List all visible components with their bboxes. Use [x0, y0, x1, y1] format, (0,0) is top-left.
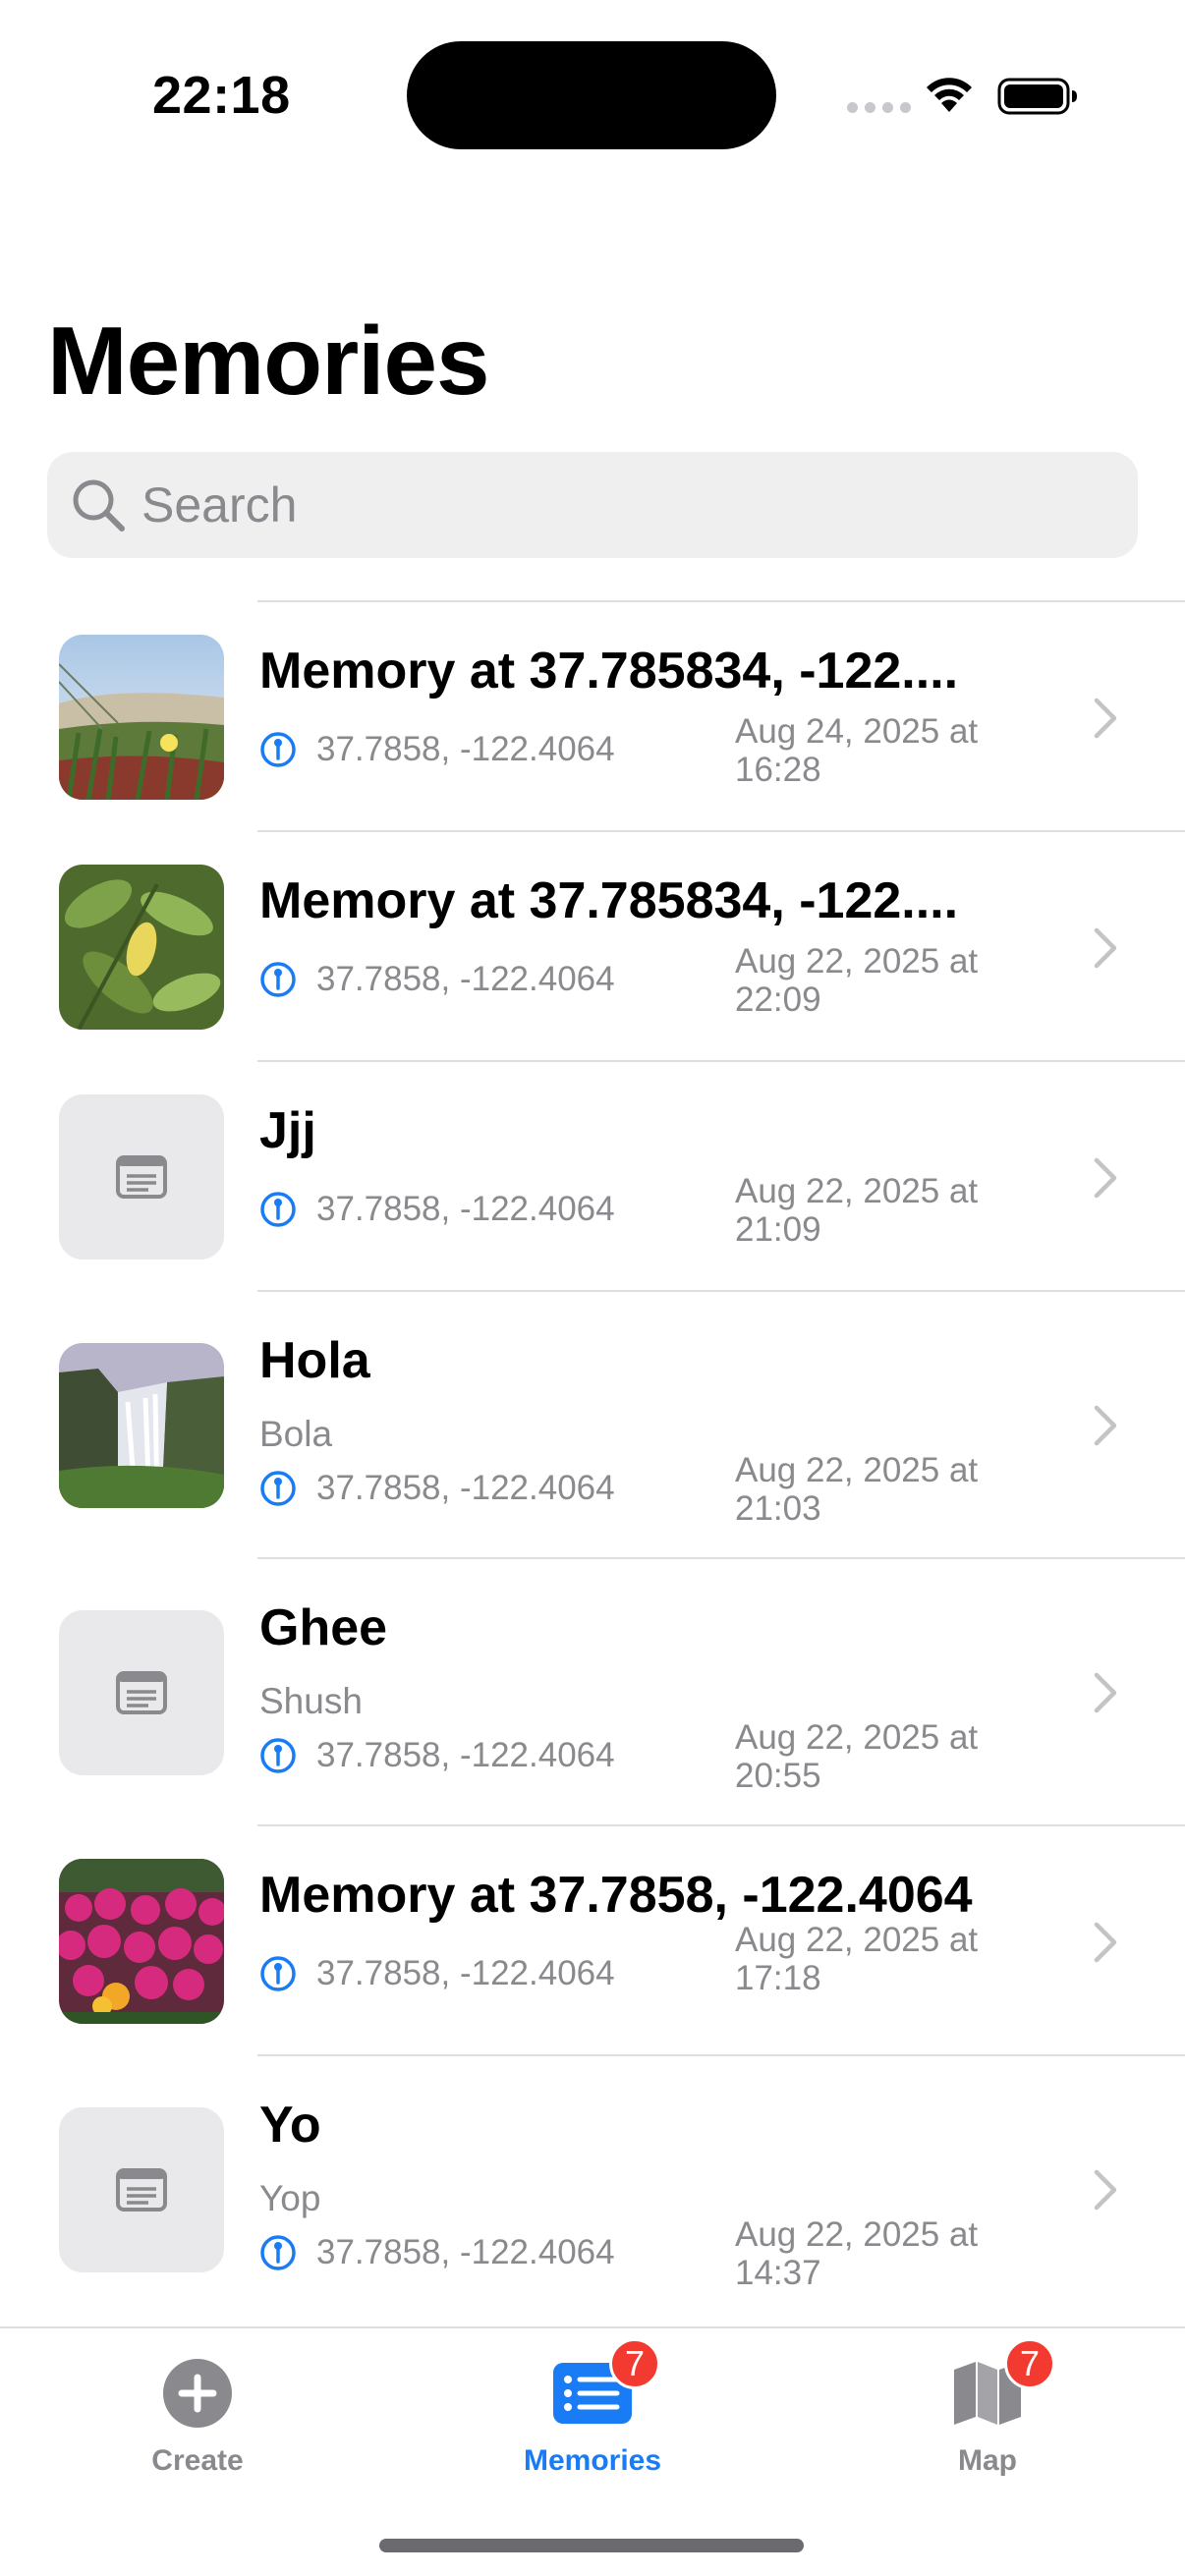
memory-title: Jjj [259, 1103, 316, 1159]
search-input[interactable] [141, 452, 1104, 558]
chevron-right-icon [1094, 2169, 1117, 2211]
note-placeholder-icon [59, 1094, 224, 1260]
memory-row[interactable]: Yo Yop 37.7858, -122.4064 Aug 22, 2025 a… [0, 2056, 1185, 2324]
memory-coords: 37.7858, -122.4064 [316, 730, 615, 768]
tab-create[interactable]: Create [0, 2328, 395, 2495]
tab-create-label: Create [151, 2444, 244, 2477]
memory-location: 37.7858, -122.4064 [259, 1190, 615, 1229]
memory-location: 37.7858, -122.4064 [259, 1736, 615, 1775]
memory-coords: 37.7858, -122.4064 [316, 1736, 615, 1774]
memory-coords: 37.7858, -122.4064 [316, 2233, 615, 2271]
memory-title: Ghee [259, 1600, 388, 1656]
tab-map[interactable]: 7 Map [790, 2328, 1185, 2495]
grass-dune-photo [59, 635, 224, 800]
memory-date: Aug 22, 2025 at 14:37 [735, 2215, 979, 2293]
memory-date: Aug 24, 2025 at 16:28 [735, 712, 979, 790]
chevron-right-icon [1094, 1922, 1117, 1963]
memory-list: Memory at 37.785834, -122.... 37.7858, -… [0, 602, 1185, 2324]
memory-coords: 37.7858, -122.4064 [316, 1954, 615, 1992]
location-pin-icon [260, 962, 296, 997]
note-placeholder-icon [59, 2107, 224, 2272]
location-pin-icon [260, 1738, 296, 1773]
memory-subtitle: Shush [259, 1681, 363, 1721]
chevron-right-icon [1094, 927, 1117, 969]
memory-date: Aug 22, 2025 at 22:09 [735, 942, 979, 1020]
wifi-icon [927, 78, 972, 112]
chevron-right-icon [1094, 1157, 1117, 1199]
pink-flowers-photo [59, 1859, 224, 2024]
memory-date: Aug 22, 2025 at 17:18 [735, 1921, 979, 1998]
memory-location: 37.7858, -122.4064 [259, 960, 615, 999]
memory-location: 37.7858, -122.4064 [259, 1954, 615, 1993]
waterfall-photo [59, 1343, 224, 1508]
chevron-right-icon [1094, 1405, 1117, 1446]
note-placeholder-icon [59, 1610, 224, 1775]
screen: 22:18 Memories Search Memory at 37.78583… [0, 0, 1185, 2576]
location-pin-icon [260, 1956, 296, 1991]
chevron-right-icon [1094, 698, 1117, 739]
cellular-signal-icon [847, 102, 911, 113]
plus-circle-icon [163, 2359, 232, 2428]
memory-subtitle: Yop [259, 2178, 321, 2218]
memory-row[interactable]: Jjj 37.7858, -122.4064 Aug 22, 2025 at 2… [0, 1062, 1185, 1292]
memory-subtitle: Bola [259, 1414, 333, 1454]
memory-title: Memory at 37.785834, -122.... [259, 644, 959, 700]
memories-badge: 7 [609, 2338, 660, 2389]
battery-icon [997, 78, 1077, 115]
status-time: 22:18 [152, 66, 291, 125]
map-badge: 7 [1004, 2338, 1055, 2389]
search-bar[interactable] [47, 452, 1138, 558]
memory-row[interactable]: Ghee Shush 37.7858, -122.4064 Aug 22, 20… [0, 1559, 1185, 1826]
memory-coords: 37.7858, -122.4064 [316, 1469, 615, 1507]
green-leaves-photo [59, 865, 224, 1030]
memory-coords: 37.7858, -122.4064 [316, 1190, 615, 1228]
home-indicator [379, 2539, 804, 2552]
location-pin-icon [260, 1471, 296, 1506]
tab-memories[interactable]: 7 Memories [395, 2328, 790, 2495]
memory-row[interactable]: Hola Bola 37.7858, -122.4064 Aug 22, 202… [0, 1292, 1185, 1559]
memory-title: Yo [259, 2098, 321, 2154]
dynamic-island [407, 41, 776, 149]
memory-date: Aug 22, 2025 at 20:55 [735, 1718, 979, 1796]
memory-title: Memory at 37.7858, -122.4064 [259, 1868, 973, 1924]
location-pin-icon [260, 1192, 296, 1227]
memory-location: 37.7858, -122.4064 [259, 1469, 615, 1508]
memory-coords: 37.7858, -122.4064 [316, 960, 615, 998]
memory-row[interactable]: Memory at 37.785834, -122.... 37.7858, -… [0, 602, 1185, 832]
location-pin-icon [260, 2235, 296, 2270]
memory-location: 37.7858, -122.4064 [259, 2233, 615, 2272]
page-title: Memories [47, 307, 490, 415]
tab-map-label: Map [958, 2444, 1017, 2477]
tab-memories-label: Memories [523, 2444, 662, 2477]
memory-date: Aug 22, 2025 at 21:09 [735, 1172, 979, 1250]
search-icon [73, 479, 125, 532]
chevron-right-icon [1094, 1672, 1117, 1713]
memory-row[interactable]: Memory at 37.7858, -122.4064 37.7858, -1… [0, 1826, 1185, 2056]
memory-location: 37.7858, -122.4064 [259, 730, 615, 769]
memory-title: Memory at 37.785834, -122.... [259, 873, 959, 929]
memory-title: Hola [259, 1333, 370, 1389]
location-pin-icon [260, 732, 296, 767]
memory-row[interactable]: Memory at 37.785834, -122.... 37.7858, -… [0, 832, 1185, 1062]
memory-date: Aug 22, 2025 at 21:03 [735, 1451, 979, 1529]
